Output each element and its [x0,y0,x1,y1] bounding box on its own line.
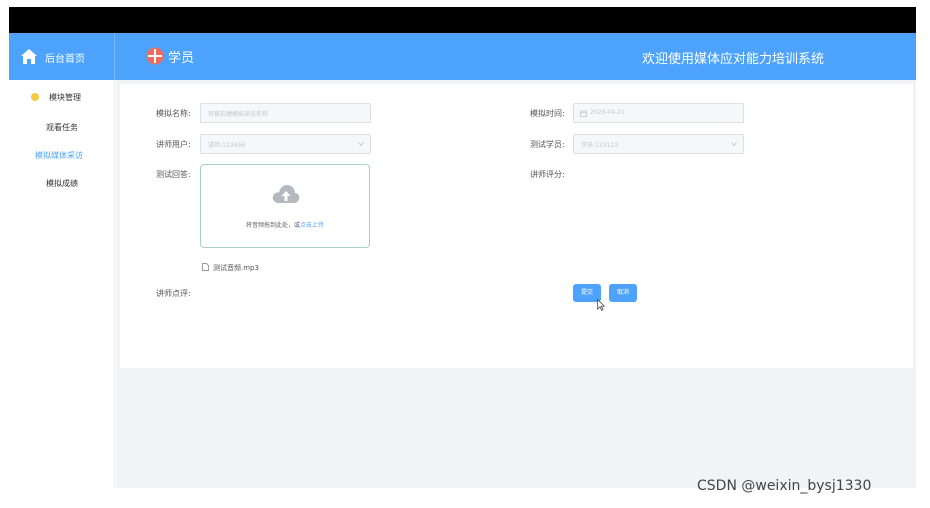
answer-label: 测试回答: [156,170,191,179]
app-header: 后台首页 学员 欢迎使用媒体应对能力培训系统 [9,33,916,80]
cancel-button[interactable]: 取消 [609,284,637,302]
upload-link[interactable]: 点击上传 [300,222,324,229]
time-input[interactable]: 2023-04-21 [573,103,744,123]
file-name: 测试音频.mp3 [213,264,259,272]
chevron-down-icon [731,142,737,147]
sidebar-item-mock-scores[interactable]: 模拟成绩 [46,178,78,189]
home-icon [21,49,37,64]
student-label: 测试学员: [530,140,565,149]
name-input[interactable]: 可按右键模拟采访名称 [200,103,371,123]
calendar-icon [580,110,587,117]
chevron-down-icon [358,142,364,147]
name-label: 模拟名称: [156,109,191,118]
student-select[interactable]: 学员-123123 [573,134,744,154]
teacher-user-label: 讲师用户: [156,140,191,149]
user-role-label: 学员 [168,51,195,66]
upload-hint: 将音频拖到此处，或 [245,222,300,229]
teacher-score-label: 讲师评分: [530,170,565,179]
sidebar: 模块管理 观看任务 模拟媒体采访 模拟成绩 [9,80,115,488]
file-icon [202,263,209,271]
time-label: 模拟时间: [530,109,565,118]
user-logo-icon [146,47,164,65]
sidebar-item-module-management[interactable]: 模块管理 [49,92,81,103]
teacher-user-select[interactable]: 讲师-123456 [200,134,371,154]
comment-label: 讲师点评: [156,289,191,298]
module-icon [31,93,39,101]
sidebar-item-mock-interview[interactable]: 模拟媒体采访 [35,150,83,161]
sidebar-item-watch-tasks[interactable]: 观看任务 [46,122,78,133]
audio-upload-dropzone[interactable]: 将音频拖到此处，或点击上传 [200,164,370,248]
mouse-cursor-icon [597,299,605,311]
home-nav[interactable]: 后台首页 [9,33,115,80]
system-title: 欢迎使用媒体应对能力培训系统 [642,52,825,67]
upload-cloud-icon [272,185,300,203]
home-label: 后台首页 [45,54,85,65]
watermark: CSDN @weixin_bysj1330 [697,478,872,494]
window-top-bar [9,7,916,33]
